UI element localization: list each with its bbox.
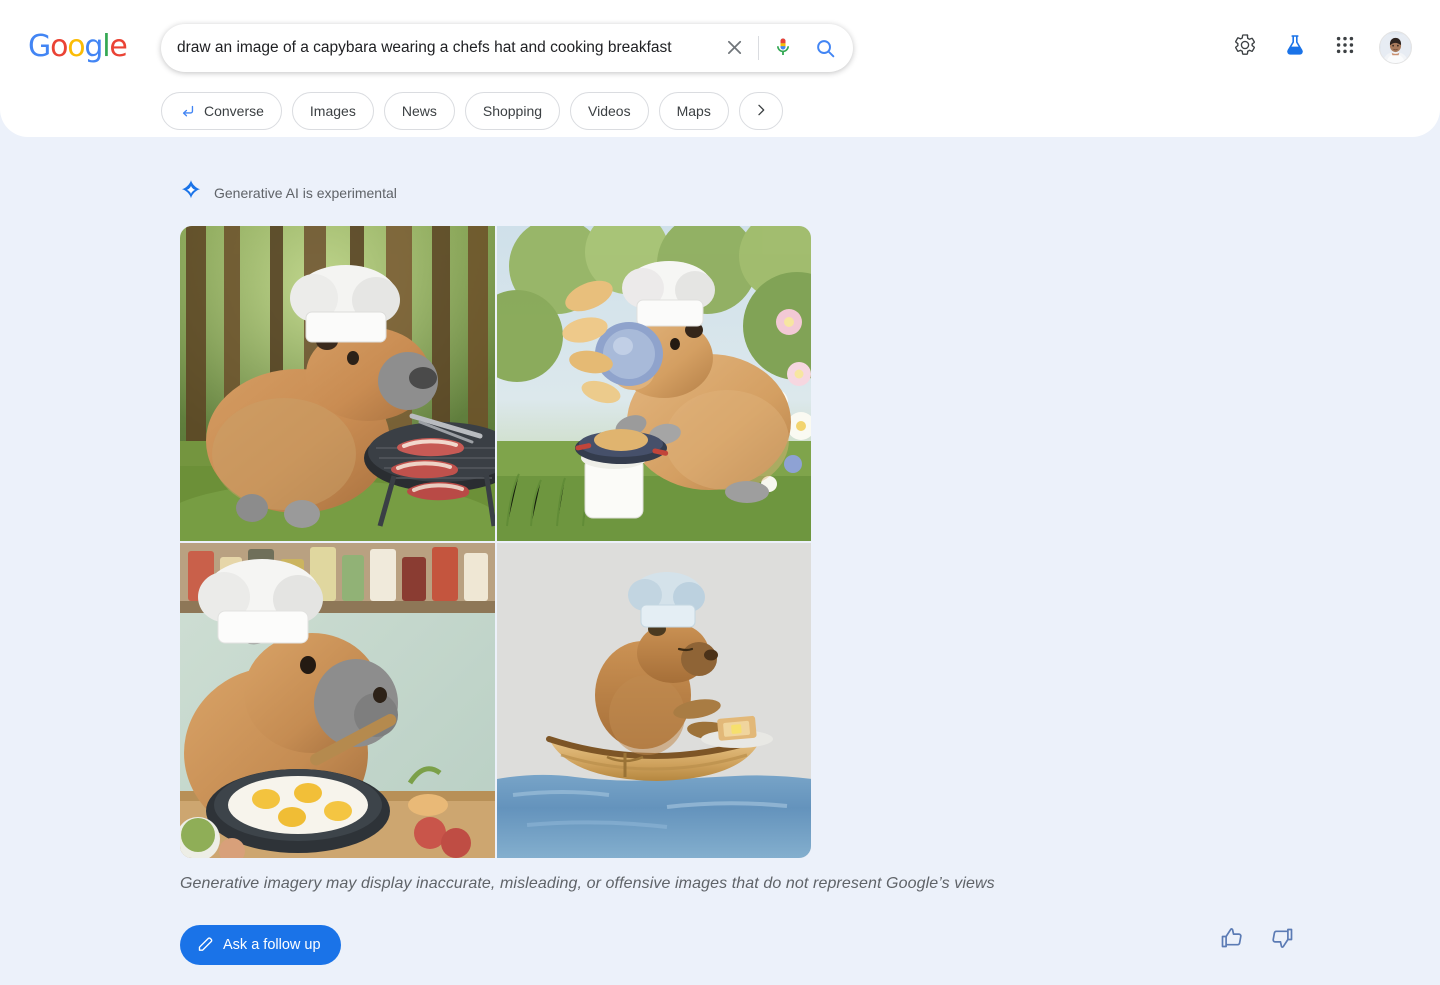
chip-shopping[interactable]: Shopping [465, 92, 560, 130]
settings-button[interactable] [1225, 27, 1265, 67]
generated-image-3[interactable] [180, 543, 495, 858]
apps-grid-icon [1334, 34, 1356, 61]
clear-search-button[interactable] [714, 28, 754, 68]
ask-a-follow-up-button[interactable]: Ask a follow up [180, 925, 341, 965]
search-submit-button[interactable] [803, 28, 847, 68]
header-actions [1225, 27, 1412, 67]
thumb-down-icon [1270, 926, 1294, 955]
search-divider [758, 36, 759, 60]
generative-imagery-disclaimer: Generative imagery may display inaccurat… [180, 875, 995, 893]
generated-image-grid [180, 226, 811, 858]
thumbs-down-button[interactable] [1269, 927, 1295, 953]
logo-letter-g1: G [28, 29, 50, 64]
generated-image-4[interactable] [497, 543, 811, 858]
chip-images[interactable]: Images [292, 92, 374, 130]
chip-news[interactable]: News [384, 92, 455, 130]
thumb-up-icon [1220, 926, 1244, 955]
header-bar: Google [0, 0, 1440, 137]
chip-label-converse: Converse [204, 103, 264, 119]
chip-videos[interactable]: Videos [570, 92, 649, 130]
thumbs-up-button[interactable] [1219, 927, 1245, 953]
generative-ai-label: Generative AI is experimental [214, 185, 397, 201]
search-box[interactable] [161, 24, 853, 72]
generative-ai-notice: Generative AI is experimental [180, 179, 397, 206]
logo-letter-g2: g [84, 29, 102, 64]
filter-chip-bar: Converse Images News Shopping Videos Map… [161, 92, 783, 130]
chip-label-shopping: Shopping [483, 103, 542, 119]
avatar[interactable] [1379, 31, 1412, 64]
chip-label-images: Images [310, 103, 356, 119]
image-forest-bbq [180, 226, 495, 541]
search-labs-button[interactable] [1275, 27, 1315, 67]
voice-search-button[interactable] [763, 28, 803, 68]
logo-letter-e: e [109, 29, 126, 64]
search-input[interactable] [161, 26, 714, 70]
logo-letter-o2: o [67, 29, 84, 64]
avatar-image [1380, 32, 1411, 63]
google-apps-button[interactable] [1325, 27, 1365, 67]
chip-converse[interactable]: Converse [161, 92, 282, 130]
image-kitchen-eggs [180, 543, 495, 858]
sparkle-diamond-icon [180, 179, 202, 206]
google-logo[interactable]: Google [28, 32, 127, 62]
chip-maps[interactable]: Maps [659, 92, 729, 130]
image-boat-watercolor [497, 543, 811, 858]
ask-a-follow-up-label: Ask a follow up [223, 937, 321, 953]
chip-more-filters[interactable] [739, 92, 783, 130]
generated-image-2[interactable] [497, 226, 811, 541]
arrow-return-icon [179, 103, 196, 120]
pencil-icon [197, 935, 214, 956]
chip-label-maps: Maps [677, 103, 711, 119]
flask-icon [1283, 33, 1307, 62]
feedback-controls [1219, 927, 1295, 953]
generated-image-1[interactable] [180, 226, 495, 541]
gear-icon [1233, 33, 1257, 62]
chevron-right-icon [753, 102, 769, 121]
logo-letter-o1: o [50, 29, 67, 64]
chip-label-videos: Videos [588, 103, 631, 119]
image-garden-pancakes [497, 226, 811, 541]
chip-label-news: News [402, 103, 437, 119]
